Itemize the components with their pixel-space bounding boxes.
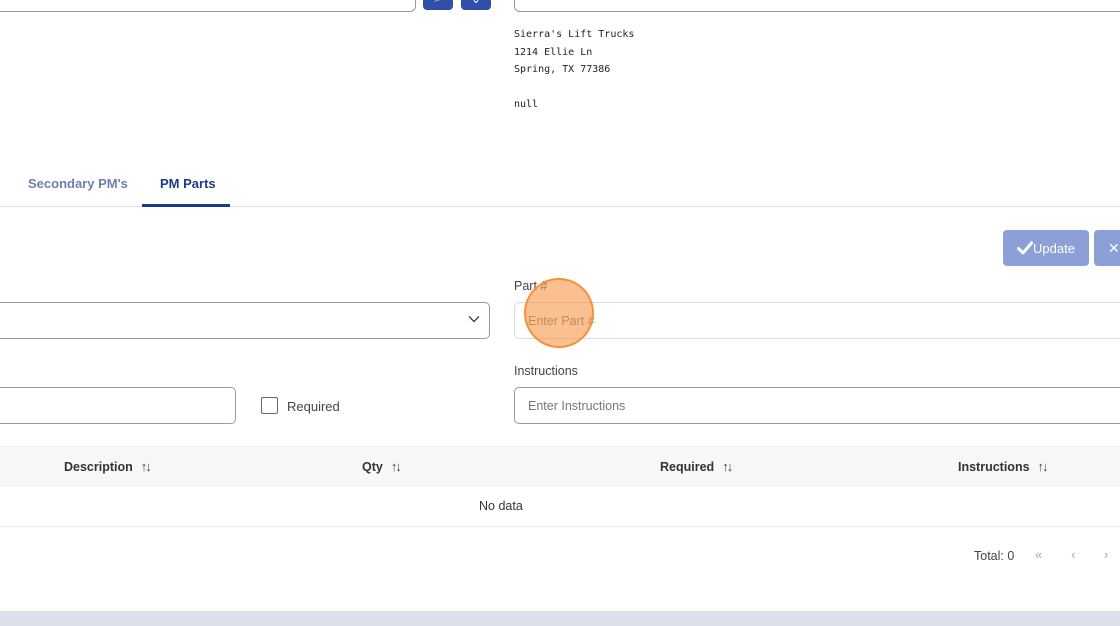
sort-icon: ↑↓ [390,459,402,474]
tab-secondary-pms[interactable]: Secondary PM's [28,176,128,191]
address-line-1: Sierra's Lift Trucks [514,29,635,40]
table-header [0,446,1120,486]
qty-input[interactable] [0,387,236,424]
customer-address: Sierra's Lift Trucks 1214 Ellie Ln Spring,… [514,26,634,114]
cancel-button[interactable]: ✕ [1094,230,1120,266]
sort-icon: ↑↓ [140,459,152,474]
part-number-input[interactable] [514,302,1120,339]
dropdown-button[interactable]: ⌄ [461,0,491,10]
close-icon: ✕ [1108,239,1120,256]
check-icon [1017,241,1034,255]
total-count: Total: 0 [974,549,1015,563]
footer-bar [0,611,1120,626]
required-label: Required [287,399,340,414]
sort-icon: ↑↓ [722,459,733,474]
empty-table-message: No data [479,499,523,513]
tab-pm-parts[interactable]: PM Parts [160,176,216,191]
address-line-4: null [514,99,539,110]
tab-active-indicator [142,204,230,207]
prev-page-button[interactable]: ‹ [1071,547,1075,562]
click-highlight [524,278,594,348]
part-select[interactable] [0,302,490,339]
required-checkbox[interactable] [261,397,278,414]
sort-icon: ↑↓ [1037,459,1049,474]
column-header-description[interactable]: Description ↑↓ [64,459,152,474]
chevron-down-icon [468,316,480,323]
address-line-2: 1214 Ellie Ln [514,46,593,58]
table-row-empty [0,486,1120,527]
search-input-top[interactable] [0,0,416,12]
chevron-down-icon: ⌄ [471,0,481,6]
update-label: Update [1033,240,1075,256]
search-button[interactable]: ⌕ [423,0,453,10]
column-header-qty[interactable]: Qty ↑↓ [362,459,402,474]
update-button[interactable]: Update [1003,230,1089,266]
column-header-instructions[interactable]: Instructions ↑↓ [958,459,1049,474]
search-icon: ⌕ [435,0,442,6]
instructions-label: Instructions [514,364,578,378]
first-page-button[interactable]: « [1035,547,1042,562]
column-header-required[interactable]: Required ↑↓ [660,459,733,474]
next-page-button[interactable]: › [1104,547,1108,562]
instructions-input[interactable] [514,387,1120,424]
customer-field-top[interactable] [514,0,1120,12]
address-line-3: Spring, TX 77386 [514,64,611,75]
